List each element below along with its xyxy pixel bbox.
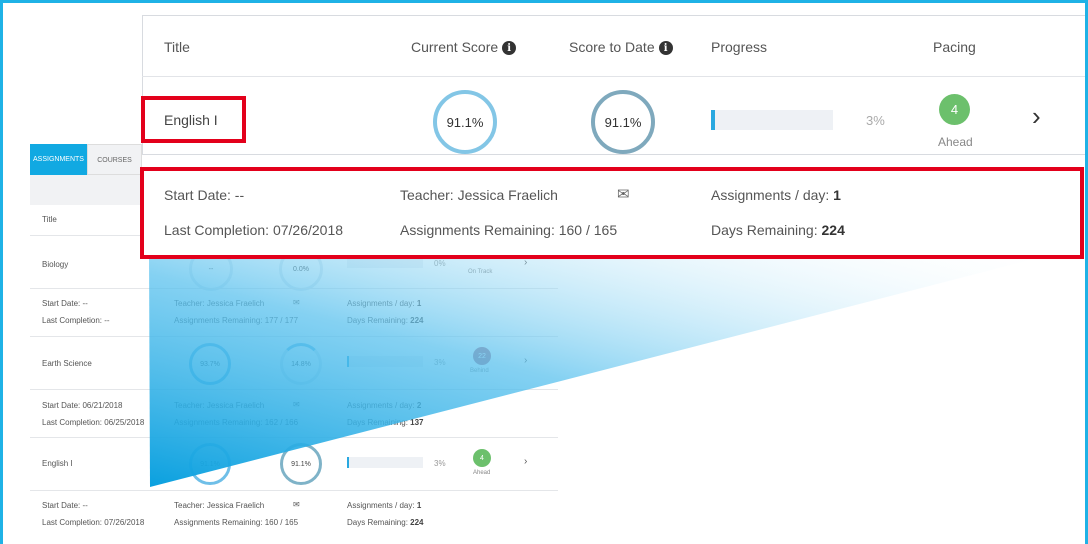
course-name[interactable]: Biology — [42, 260, 68, 269]
header-score-to-date: Score to Date i — [569, 39, 673, 56]
score-to-date-ring: 14.8% — [280, 343, 322, 385]
teacher: Teacher: Jessica Fraelich — [174, 501, 265, 510]
highlight-box-details — [140, 167, 1084, 259]
pacing-label: On Track — [468, 269, 493, 275]
course-name[interactable]: English I — [42, 459, 73, 468]
progress-bar-fill — [711, 110, 715, 130]
assignments-remaining: Assignments Remaining: 160 / 165 — [174, 518, 299, 527]
start-date: Start Date: -- — [42, 501, 88, 510]
chevron-right-icon[interactable]: › — [1032, 103, 1041, 129]
current-score-ring: 91.1% — [433, 90, 497, 154]
header-title: Title — [164, 39, 190, 55]
progress-bar — [347, 457, 423, 468]
pacing-label: Ahead — [473, 470, 491, 476]
pacing-label: Ahead — [938, 135, 973, 149]
last-completion: Last Completion: 06/25/2018 — [42, 418, 145, 427]
last-completion: Last Completion: 07/26/2018 — [42, 518, 145, 527]
progress-percent: 0% — [434, 259, 446, 268]
pacing-badge: 4 — [939, 94, 970, 125]
progress-percent: 3% — [434, 459, 446, 468]
header-pacing: Pacing — [933, 39, 976, 55]
info-icon[interactable]: i — [502, 41, 517, 56]
progress-percent: 3% — [866, 113, 885, 128]
assignments-per-day: Assignments / day: 2 — [347, 401, 422, 410]
tab-courses[interactable]: COURSES — [87, 144, 142, 175]
score-to-date-ring: 91.1% — [280, 443, 322, 485]
progress-bar — [347, 356, 423, 367]
divider — [30, 288, 558, 289]
pacing-badge: 4 — [473, 449, 491, 467]
header-progress: Progress — [711, 39, 768, 55]
start-date: Start Date: -- — [42, 299, 88, 308]
divider — [30, 437, 558, 438]
info-icon[interactable]: i — [658, 41, 673, 56]
assignments-per-day: Assignments / day: 1 — [347, 299, 422, 308]
divider — [30, 235, 150, 236]
chevron-right-icon[interactable]: › — [524, 355, 527, 366]
highlight-box-course-name — [141, 96, 246, 143]
tab-bar-spacer — [30, 175, 142, 205]
screenshot-frame: ASSIGNMENTS COURSES Title Biology -- 0.0… — [0, 0, 1088, 544]
pacing-badge: 22 — [473, 347, 491, 365]
header-divider — [142, 76, 1085, 77]
divider — [30, 490, 558, 491]
course-name[interactable]: Earth Science — [42, 359, 92, 368]
pacing-label: Behind — [470, 368, 489, 374]
divider — [30, 389, 558, 390]
mail-icon[interactable]: ✉ — [293, 400, 300, 409]
tab-assignments[interactable]: ASSIGNMENTS — [30, 144, 87, 175]
current-score-ring: 91.1% — [189, 443, 231, 485]
current-score-ring: 93.7% — [189, 343, 231, 385]
teacher: Teacher: Jessica Fraelich — [174, 401, 265, 410]
assignments-remaining: Assignments Remaining: 177 / 177 — [174, 316, 299, 325]
days-remaining: Days Remaining: 224 — [347, 316, 424, 325]
days-remaining: Days Remaining: 224 — [347, 518, 424, 527]
start-date: Start Date: 06/21/2018 — [42, 401, 123, 410]
view-tabs: ASSIGNMENTS COURSES — [30, 144, 142, 175]
assignments-per-day: Assignments / day: 1 — [347, 501, 422, 510]
assignments-remaining: Assignments Remaining: 162 / 166 — [174, 418, 299, 427]
header-current-score: Current Score i — [411, 39, 517, 56]
progress-bar — [711, 110, 833, 130]
last-completion: Last Completion: -- — [42, 316, 110, 325]
mail-icon[interactable]: ✉ — [293, 500, 300, 509]
teacher: Teacher: Jessica Fraelich — [174, 299, 265, 308]
progress-percent: 3% — [434, 358, 446, 367]
score-to-date-ring: 91.1% — [591, 90, 655, 154]
chevron-right-icon[interactable]: › — [524, 456, 527, 467]
list-header-title: Title — [42, 215, 57, 224]
mail-icon[interactable]: ✉ — [293, 298, 300, 307]
days-remaining: Days Remaining: 137 — [347, 418, 424, 427]
divider — [30, 336, 558, 337]
